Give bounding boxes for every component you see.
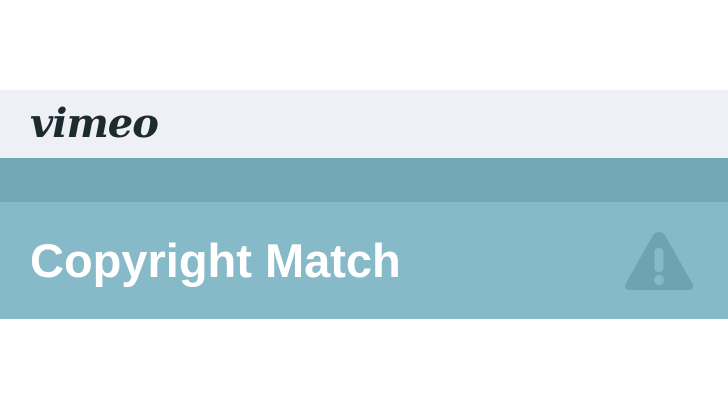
copyright-match-banner: Copyright Match	[0, 202, 728, 319]
warning-icon	[625, 232, 693, 290]
banner-top-stripe	[0, 158, 728, 202]
vimeo-logo[interactable]: vimeo	[30, 90, 159, 158]
page-title: Copyright Match	[30, 234, 401, 287]
header-bar: vimeo	[0, 90, 728, 158]
